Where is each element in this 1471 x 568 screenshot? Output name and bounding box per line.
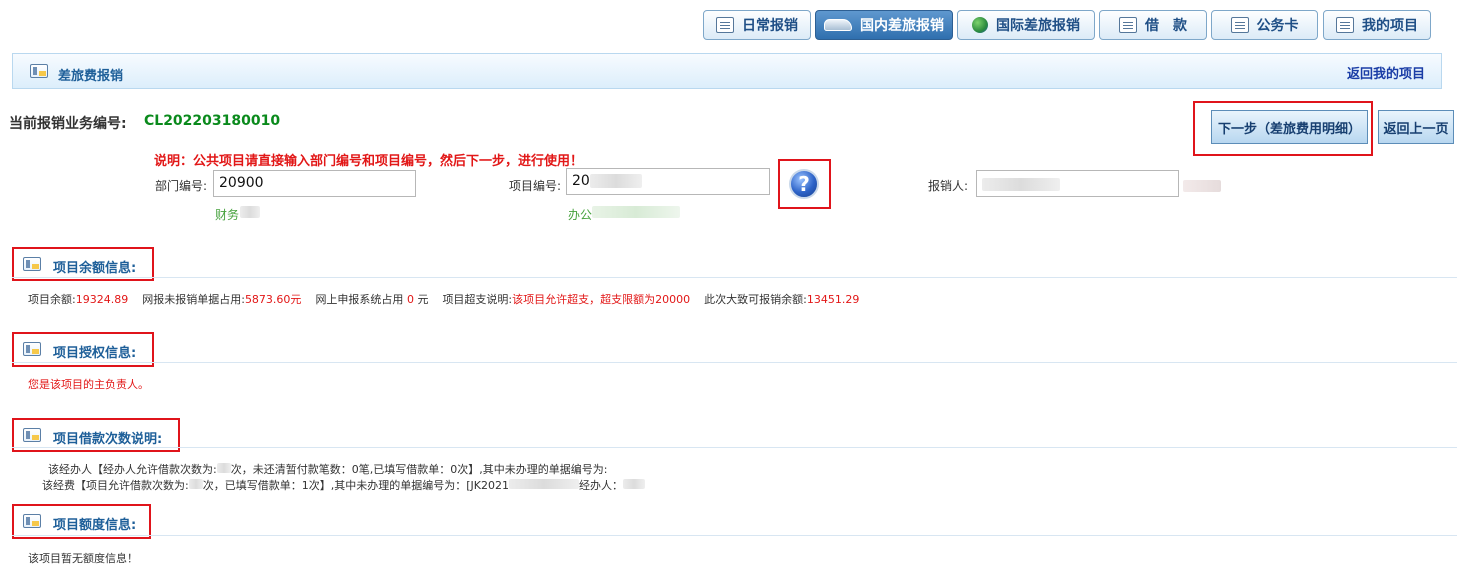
balance-line: 项目余额:19324.89 网报未报销单据占用:5873.60元 网上申报系统占… [28,291,859,307]
loan-line-2-handler: 经办人： [578,479,623,492]
loan-line-2-rest: 次，已填写借款单：1次】,其中未办理的单据编号为：[JK2021 [202,479,509,492]
tab-daily-reimbursement[interactable]: 日常报销 [703,10,811,40]
pending-value: 5873.60元 [244,293,302,306]
loan-line-1: 该经办人【经办人允许借款次数为: 次，未还清暂付款笔数：0笔,已填写借款单：0次】… [48,461,607,477]
instruction-note: 说明：公共项目请直接输入部门编号和项目编号，然后下一步，进行使用！ [154,154,584,169]
tab-my-projects[interactable]: 我的项目 [1323,10,1431,40]
loan-line-1-text: 该经办人【经办人允许借款次数为: [48,463,217,476]
section-title: 项目授权信息: [53,346,137,361]
redacted-area [592,206,680,218]
overdraft-label: 项目超支说明: [442,293,513,306]
redacted-area [622,479,645,489]
tab-loan[interactable]: 借 款 [1099,10,1207,40]
claimant-label: 报销人: [928,179,969,193]
page-title: 差旅费报销 [58,69,124,84]
tab-label: 公务卡 [1256,18,1299,34]
online-value: 0 [406,293,414,306]
return-my-projects-link[interactable]: 返回我的项目 [1347,63,1425,82]
section-icon [23,428,41,442]
card-icon [1230,17,1249,33]
divider [12,447,1457,448]
redacted-area [982,178,1060,191]
globe-icon [972,17,988,33]
department-label: 部门编号: [155,179,208,193]
project-hint: 办公 [568,208,593,222]
redacted-area [508,479,579,489]
redacted-area [188,479,203,489]
divider [12,535,1457,536]
header-bar: 差旅费报销 返回我的项目 [12,53,1442,89]
back-button[interactable]: 返回上一页 [1378,110,1454,144]
train-icon [824,19,852,31]
cash-icon [1119,17,1137,33]
loan-line-2: 该经费【项目允许借款次数为: 次，已填写借款单：1次】,其中未办理的单据编号为：[… [42,477,645,493]
divider [12,277,1457,278]
business-number-label: 当前报销业务编号: [9,116,127,132]
form-icon [30,64,48,78]
loan-section-header: 项目借款次数说明: [12,420,178,454]
section-icon [23,257,41,271]
divider [12,362,1457,363]
department-hint: 财务 [215,208,240,222]
list-icon [1336,17,1354,33]
project-label: 项目编号: [509,179,562,193]
tab-label: 国内差旅报销 [860,18,944,34]
section-title: 项目借款次数说明: [53,432,163,447]
pending-label: 网报未报销单据占用: [142,293,245,306]
next-step-button[interactable]: 下一步（差旅费用明细） [1211,110,1368,144]
loan-line-1-rest: 次，未还清暂付款笔数：0笔,已填写借款单：0次】,其中未办理的单据编号为: [230,463,608,476]
tab-official-card[interactable]: 公务卡 [1211,10,1318,40]
available-label: 此次大致可报销余额: [704,293,807,306]
available-value: 13451.29 [806,293,860,306]
document-icon [716,17,734,33]
business-number: CL202203180010 [144,113,281,129]
tab-label: 借 款 [1145,18,1187,34]
tab-label: 日常报销 [742,18,798,34]
tab-domestic-travel[interactable]: 国内差旅报销 [815,10,953,40]
balance-value: 19324.89 [75,293,129,306]
quota-text: 该项目暂无额度信息！ [28,552,138,565]
online-unit: 元 [417,293,429,306]
tab-label: 国际差旅报销 [996,18,1080,34]
tab-label: 我的项目 [1362,18,1418,34]
overdraft-value: 该项目允许超支，超支限额为20000 [512,293,691,306]
loan-line-2-text: 该经费【项目允许借款次数为: [42,479,189,492]
section-icon [23,514,41,528]
redacted-area [240,206,260,218]
section-title: 项目余额信息: [53,261,137,276]
help-icon[interactable]: ? [789,169,819,199]
authorization-text: 您是该项目的主负责人。 [28,378,149,391]
section-icon [23,342,41,356]
redacted-area [590,174,642,188]
balance-label: 项目余额: [28,293,76,306]
redacted-area [216,463,231,473]
redacted-area [1183,180,1221,192]
department-input[interactable]: 20900 [213,170,416,197]
section-title: 项目额度信息: [53,518,137,533]
tab-international-travel[interactable]: 国际差旅报销 [957,10,1095,40]
online-label: 网上申报系统占用 [315,293,404,306]
